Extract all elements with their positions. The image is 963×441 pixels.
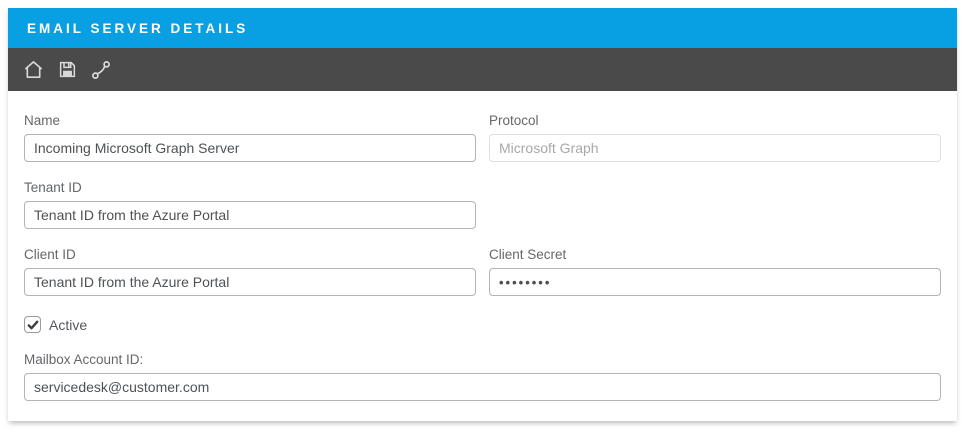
client-id-input[interactable]: [24, 268, 476, 296]
name-label: Name: [24, 113, 476, 128]
name-input[interactable]: [24, 134, 476, 162]
client-secret-input[interactable]: [489, 268, 941, 296]
spacer: [489, 180, 941, 247]
client-id-field: Client ID: [24, 247, 476, 296]
active-field: Active: [24, 316, 941, 333]
active-label: Active: [49, 317, 87, 333]
tenant-id-input[interactable]: [24, 201, 476, 229]
checkmark-icon: [27, 319, 39, 331]
mailbox-account-id-label: Mailbox Account ID:: [24, 352, 941, 367]
mailbox-account-id-field: Mailbox Account ID:: [24, 352, 941, 401]
page-title: EMAIL SERVER DETAILS: [27, 21, 248, 36]
tenant-id-field: Tenant ID: [24, 180, 476, 229]
client-secret-label: Client Secret: [489, 247, 941, 262]
protocol-input: [489, 134, 941, 162]
name-field: Name: [24, 113, 476, 162]
protocol-field: Protocol: [489, 113, 941, 162]
protocol-label: Protocol: [489, 113, 941, 128]
form-content: Name Protocol Tenant ID Client ID Client…: [8, 91, 957, 421]
active-checkbox[interactable]: [24, 316, 41, 333]
connection-icon: [91, 60, 111, 80]
client-secret-field: Client Secret: [489, 247, 941, 296]
home-icon: [23, 59, 44, 80]
connection-button[interactable]: [89, 58, 113, 82]
mailbox-account-id-input[interactable]: [24, 373, 941, 401]
save-button[interactable]: [55, 58, 79, 82]
save-icon: [58, 60, 77, 79]
home-button[interactable]: [21, 58, 45, 82]
tenant-id-label: Tenant ID: [24, 180, 476, 195]
client-id-label: Client ID: [24, 247, 476, 262]
toolbar: [8, 48, 957, 91]
email-server-details-panel: EMAIL SERVER DETAILS: [8, 8, 957, 421]
panel-header: EMAIL SERVER DETAILS: [8, 8, 957, 48]
